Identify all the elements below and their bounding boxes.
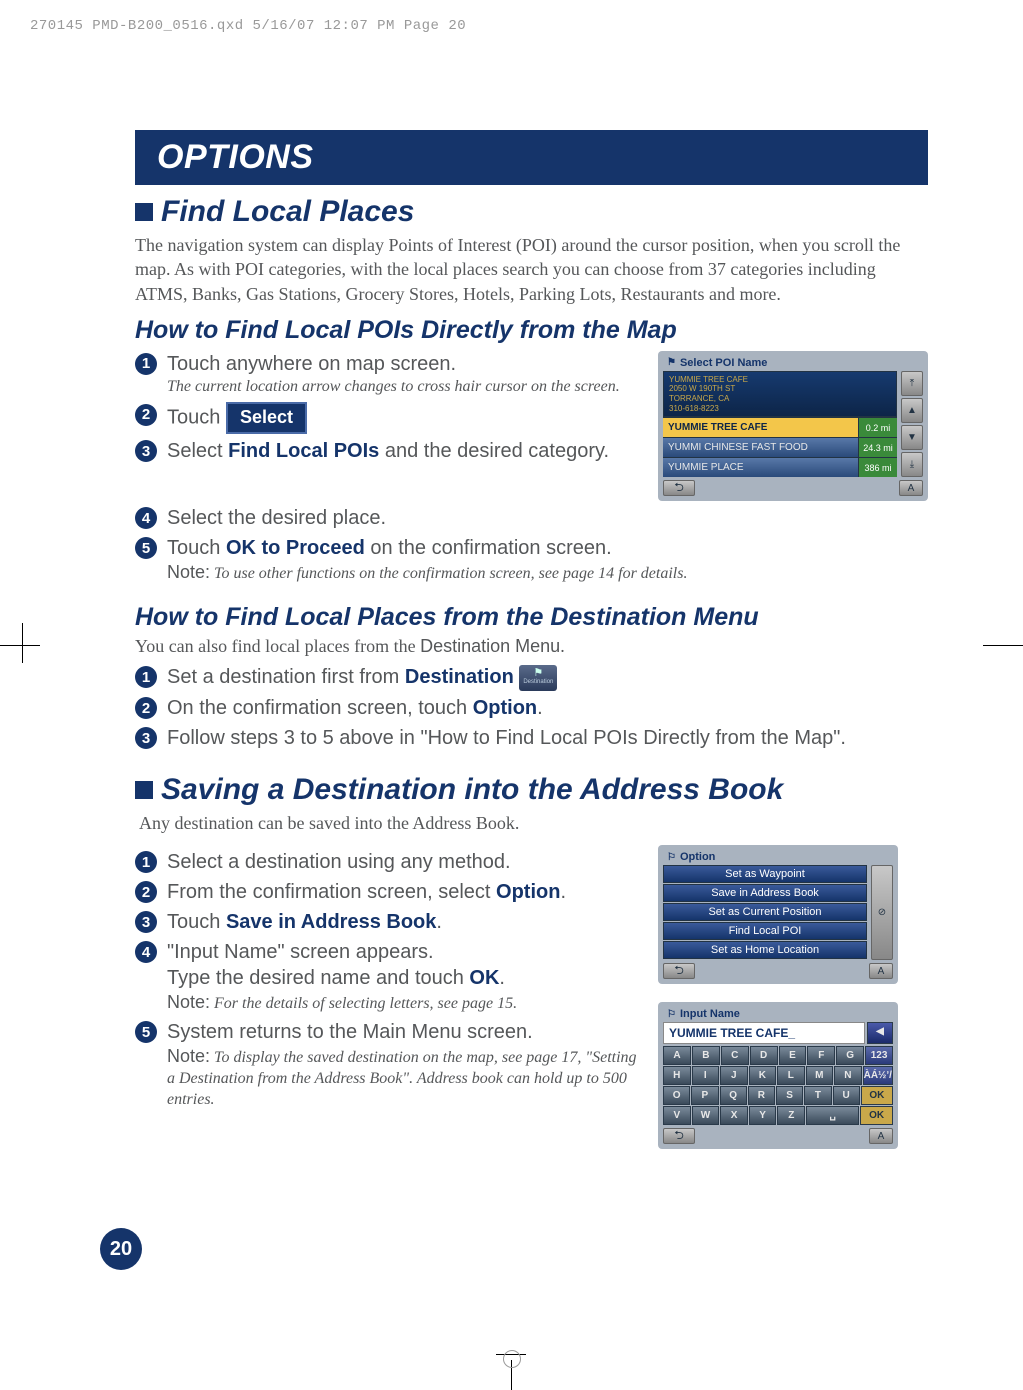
- screenshot-input-name: ⚐Input Name YUMMIE TREE CAFE_ ◀ ABCDEFG1…: [658, 1002, 898, 1149]
- select-button-graphic: Select: [226, 402, 307, 434]
- crop-mark: [0, 645, 40, 646]
- step-s2: 2 From the confirmation screen, select O…: [135, 879, 638, 905]
- prepress-header: 270145 PMD-B200_0516.qxd 5/16/07 12:07 P…: [30, 18, 466, 34]
- flag-icon: ⚑: [667, 357, 676, 368]
- saving-intro: Any destination can be saved into the Ad…: [139, 811, 928, 835]
- section-title-find-local: Find Local Places: [135, 195, 928, 229]
- backspace-icon: ◀: [867, 1022, 893, 1044]
- square-bullet-icon: [135, 203, 153, 221]
- step-a3: 3 Select Find Local POIs and the desired…: [135, 438, 638, 464]
- step-s5: 5 System returns to the Main Menu screen…: [135, 1019, 638, 1110]
- step-number-icon: 5: [135, 537, 157, 559]
- step-s1: 1 Select a destination using any method.: [135, 849, 638, 875]
- step-s3: 3 Touch Save in Address Book.: [135, 909, 638, 935]
- step-number-icon: 1: [135, 353, 157, 375]
- step-b3: 3 Follow steps 3 to 5 above in "How to F…: [135, 725, 928, 751]
- step-number-icon: 3: [135, 727, 157, 749]
- crop-mark: [983, 645, 1023, 646]
- registration-mark-icon: [503, 1350, 521, 1368]
- flag-icon: ⚐: [667, 852, 676, 863]
- step-number-icon: 5: [135, 1021, 157, 1043]
- step-number-icon: 2: [135, 697, 157, 719]
- crop-mark: [22, 623, 23, 663]
- step-number-icon: 3: [135, 911, 157, 933]
- step-number-icon: 2: [135, 881, 157, 903]
- sub2-intro: You can also find local places from the …: [135, 634, 928, 658]
- screenshot-select-poi: ⚑Select POI Name YUMMIE TREE CAFE 2050 W…: [658, 351, 928, 501]
- scroll-top-icon: ⤒: [901, 371, 923, 396]
- space-key: ␣: [806, 1106, 859, 1125]
- scroll-up-icon: ▲: [901, 398, 923, 423]
- step-number-icon: 4: [135, 941, 157, 963]
- square-bullet-icon: [135, 781, 153, 799]
- step-number-icon: 1: [135, 666, 157, 688]
- step-b2: 2 On the confirmation screen, touch Opti…: [135, 695, 928, 721]
- back-icon: ⮌: [663, 480, 695, 496]
- intro-text: The navigation system can display Points…: [135, 233, 928, 306]
- step-a5: 5 Touch OK to Proceed on the confirmatio…: [135, 535, 928, 585]
- flag-icon: ⚐: [667, 1009, 676, 1020]
- sort-icon: A: [869, 963, 893, 979]
- step-a4: 4 Select the desired place.: [135, 505, 928, 531]
- screenshot-option-menu: ⚐Option Set as Waypoint Save in Address …: [658, 845, 898, 984]
- scroll-bottom-icon: ⤓: [901, 452, 923, 477]
- sort-icon: A: [899, 480, 923, 496]
- close-icon: ⊘: [871, 865, 893, 960]
- section-banner: OPTIONS: [135, 130, 928, 185]
- step-number-icon: 1: [135, 851, 157, 873]
- step-a1: 1 Touch anywhere on map screen. The curr…: [135, 351, 638, 398]
- section-title-saving: Saving a Destination into the Address Bo…: [135, 773, 928, 807]
- step-number-icon: 4: [135, 507, 157, 529]
- step-b1: 1 Set a destination first from Destinati…: [135, 664, 928, 691]
- sort-icon: A: [869, 1128, 893, 1144]
- subtitle-dest-menu: How to Find Local Places from the Destin…: [135, 603, 928, 632]
- subtitle-map: How to Find Local POIs Directly from the…: [135, 316, 928, 345]
- scroll-down-icon: ▼: [901, 425, 923, 450]
- step-s4: 4 "Input Name" screen appears. Type the …: [135, 939, 638, 1015]
- page-number-badge: 20: [100, 1228, 142, 1270]
- step-a2: 2 Touch Select: [135, 402, 638, 434]
- back-icon: ⮌: [663, 1128, 695, 1144]
- destination-icon: Destination: [519, 665, 557, 691]
- back-icon: ⮌: [663, 963, 695, 979]
- step-number-icon: 2: [135, 404, 157, 426]
- step-number-icon: 3: [135, 440, 157, 462]
